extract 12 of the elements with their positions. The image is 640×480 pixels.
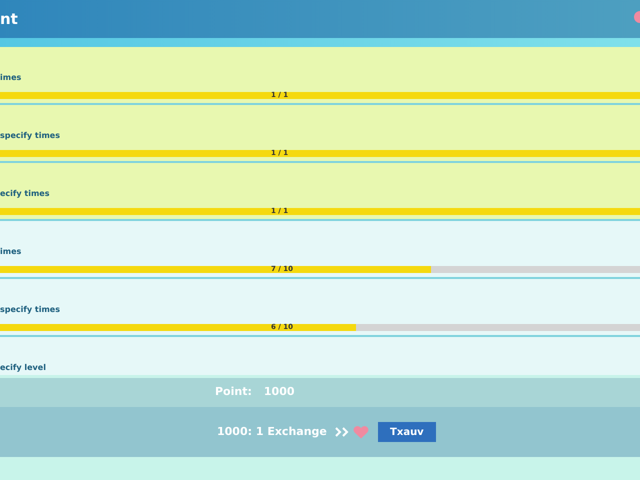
task-label: imes xyxy=(0,247,22,257)
chevrons-icon xyxy=(334,427,349,437)
task-label: ecify times xyxy=(0,189,50,199)
task-label: ecify level xyxy=(0,363,47,373)
task-label: specify times xyxy=(0,305,61,315)
task-label: imes xyxy=(0,73,22,83)
task-label: specify times xyxy=(0,131,61,141)
header-title: nt xyxy=(0,8,18,30)
points-value: 1000 xyxy=(264,384,295,400)
exchange-rate: 1000: 1 Exchange xyxy=(217,424,327,440)
exchange-button[interactable]: Txauv xyxy=(378,422,436,442)
points-label: Point: xyxy=(215,384,252,400)
